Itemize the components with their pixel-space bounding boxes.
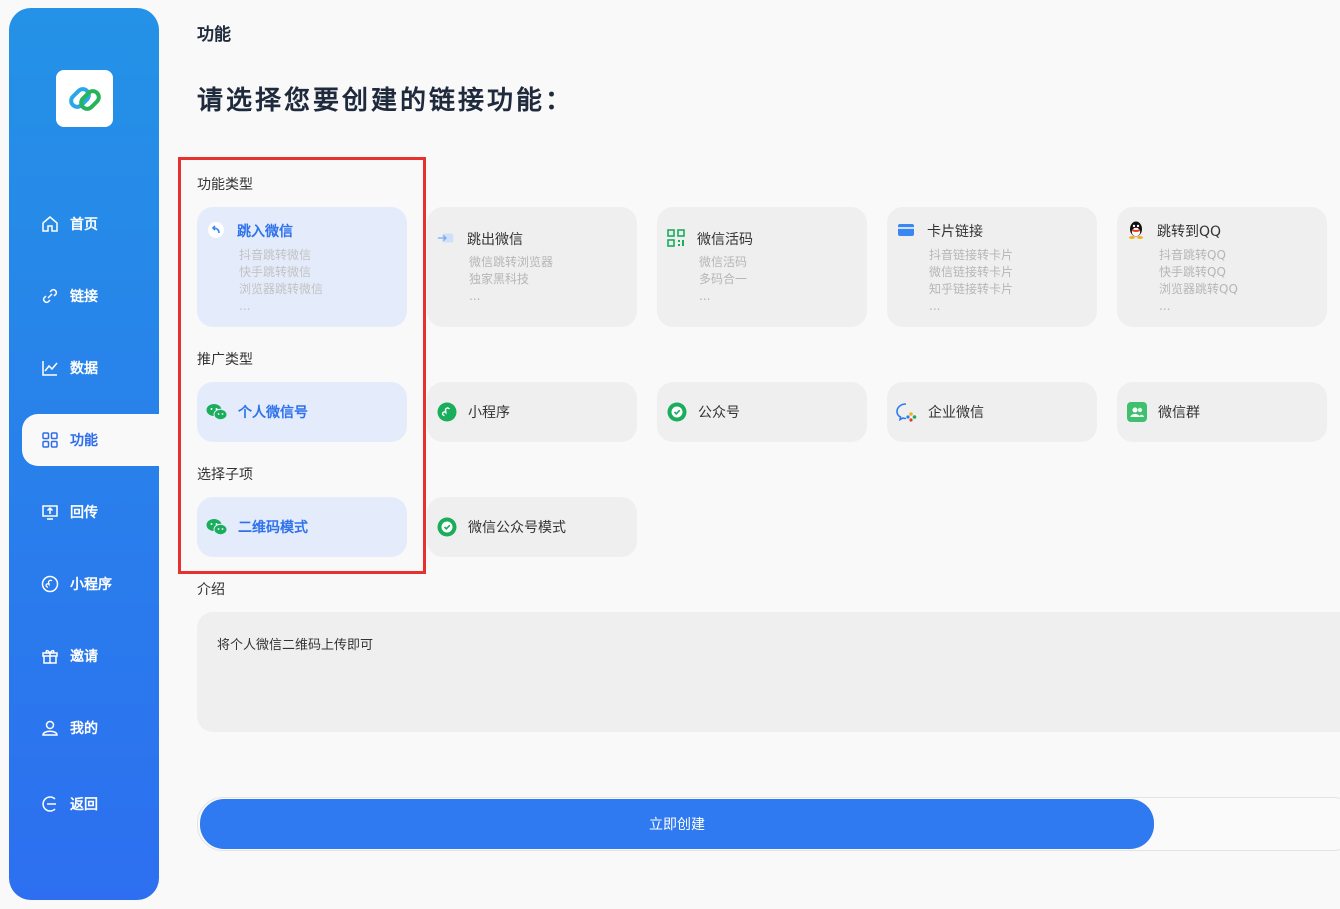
card-sub-line: 微信活码 <box>699 255 748 269</box>
sidebar-item-mine[interactable]: 我的 <box>30 702 180 754</box>
card-sub-line: 抖音链接转卡片 <box>929 248 1014 262</box>
card-title: 跳出微信 <box>467 232 523 248</box>
mini-program-icon <box>436 401 458 423</box>
function-card-wechat-live-code[interactable]: 微信活码 微信活码 多码合一 ... <box>657 207 867 327</box>
promo-label: 小程序 <box>468 405 510 421</box>
upload-icon <box>40 502 60 522</box>
promo-personal-wechat[interactable]: 个人微信号 <box>197 382 407 442</box>
function-card-jump-in-wechat[interactable]: 跳入微信 抖音跳转微信 快手跳转微信 浏览器跳转微信 ... <box>197 207 407 327</box>
card-sub-line: 知乎链接转卡片 <box>929 282 1014 296</box>
card-subtitles: 微信跳转浏览器 独家黑科技 ... <box>469 254 553 305</box>
link-logo-icon <box>68 86 101 111</box>
promo-label: 企业微信 <box>928 405 984 421</box>
card-sub-line: ... <box>469 289 481 303</box>
sidebar-item-invite[interactable]: 邀请 <box>30 630 180 682</box>
card-sub-line: 浏览器跳转微信 <box>239 282 324 296</box>
sidebar-item-label: 链接 <box>70 289 98 305</box>
official-account-icon <box>436 516 458 538</box>
card-sub-line: 抖音跳转QQ <box>1159 248 1226 262</box>
sub-item-label: 微信公众号模式 <box>468 520 566 536</box>
page-title: 功能 <box>197 25 231 45</box>
function-card-jump-out-wechat[interactable]: 跳出微信 微信跳转浏览器 独家黑科技 ... <box>427 207 637 327</box>
function-card-jump-to-qq[interactable]: 跳转到QQ 抖音跳转QQ 快手跳转QQ 浏览器跳转QQ ... <box>1117 207 1327 327</box>
mini-program-icon <box>40 574 60 594</box>
grid-icon <box>40 430 60 450</box>
app-logo[interactable] <box>56 70 113 127</box>
card-sub-line: 快手跳转QQ <box>1159 265 1226 279</box>
promo-label: 微信群 <box>1158 405 1200 421</box>
qq-icon <box>1127 221 1145 239</box>
section-label-promo-type: 推广类型 <box>197 352 253 368</box>
card-sub-line: 独家黑科技 <box>469 272 530 286</box>
sidebar-item-label: 功能 <box>70 433 98 449</box>
sidebar-item-function[interactable]: 功能 <box>22 414 159 466</box>
user-icon <box>40 718 60 738</box>
section-label-sub-item: 选择子项 <box>197 467 253 483</box>
sidebar-item-label: 小程序 <box>70 577 112 593</box>
sidebar-item-label: 回传 <box>70 505 98 521</box>
card-sub-line: ... <box>239 299 251 313</box>
sidebar-item-link[interactable]: 链接 <box>30 270 180 322</box>
card-subtitles: 抖音跳转QQ 快手跳转QQ 浏览器跳转QQ ... <box>1159 247 1238 315</box>
promo-label: 个人微信号 <box>238 405 308 421</box>
promo-label: 公众号 <box>698 405 740 421</box>
sidebar-item-label: 邀请 <box>70 649 98 665</box>
promo-wecom[interactable]: 企业微信 <box>887 382 1097 442</box>
sub-item-official-account-mode[interactable]: 微信公众号模式 <box>427 497 637 557</box>
home-icon <box>40 214 60 234</box>
sidebar-item-mini-program[interactable]: 小程序 <box>30 558 180 610</box>
section-label-function-type: 功能类型 <box>197 177 253 193</box>
external-link-icon <box>437 229 455 247</box>
sidebar-item-label: 返回 <box>70 797 98 813</box>
promo-mini-program[interactable]: 小程序 <box>427 382 637 442</box>
card-sub-line: 微信跳转浏览器 <box>469 255 554 269</box>
card-title: 跳入微信 <box>237 224 293 240</box>
card-sub-line: ... <box>929 299 941 313</box>
wecom-icon <box>896 401 918 423</box>
card-sub-line: 浏览器跳转QQ <box>1159 282 1238 296</box>
sidebar-item-back[interactable]: 返回 <box>30 778 180 830</box>
promo-official-account[interactable]: 公众号 <box>657 382 867 442</box>
sidebar-item-postback[interactable]: 回传 <box>30 486 180 538</box>
wechat-icon <box>206 401 228 423</box>
create-now-button[interactable]: 立即创建 <box>200 799 1154 849</box>
card-sub-line: ... <box>1159 299 1171 313</box>
link-icon <box>40 286 60 306</box>
card-title: 微信活码 <box>697 232 753 248</box>
wechat-icon <box>206 516 228 538</box>
sidebar-item-label: 我的 <box>70 721 98 737</box>
function-card-card-link[interactable]: 卡片链接 抖音链接转卡片 微信链接转卡片 知乎链接转卡片 ... <box>887 207 1097 327</box>
sidebar-item-label: 首页 <box>70 217 98 233</box>
page-headline: 请选择您要创建的链接功能： <box>197 86 575 116</box>
sub-item-qrcode-mode[interactable]: 二维码模式 <box>197 497 407 557</box>
card-subtitles: 抖音链接转卡片 微信链接转卡片 知乎链接转卡片 ... <box>929 247 1013 315</box>
card-sub-line: 多码合一 <box>699 272 748 286</box>
sidebar-item-home[interactable]: 首页 <box>30 198 180 250</box>
reply-icon <box>207 221 225 239</box>
gift-icon <box>40 646 60 666</box>
official-account-icon <box>666 401 688 423</box>
group-icon <box>1126 401 1148 423</box>
card-sub-line: 微信链接转卡片 <box>929 265 1014 279</box>
card-sub-line: 快手跳转微信 <box>239 265 312 279</box>
card-sub-line: 抖音跳转微信 <box>239 248 312 262</box>
intro-box: 将个人微信二维码上传即可 <box>197 612 1340 732</box>
card-subtitles: 微信活码 多码合一 ... <box>699 254 747 305</box>
card-icon <box>897 221 915 239</box>
promo-wechat-group[interactable]: 微信群 <box>1117 382 1327 442</box>
card-title: 跳转到QQ <box>1157 224 1222 240</box>
sidebar-item-data[interactable]: 数据 <box>30 342 180 394</box>
chart-icon <box>40 358 60 378</box>
card-sub-line: ... <box>699 289 711 303</box>
section-label-intro: 介绍 <box>197 582 225 598</box>
card-subtitles: 抖音跳转微信 快手跳转微信 浏览器跳转微信 ... <box>239 247 323 315</box>
back-icon <box>40 794 60 814</box>
intro-text: 将个人微信二维码上传即可 <box>217 638 374 653</box>
submit-bar: 立即创建 <box>197 797 1340 851</box>
card-title: 卡片链接 <box>927 224 983 240</box>
sidebar-item-label: 数据 <box>70 361 98 377</box>
qrcode-icon <box>667 229 685 247</box>
sub-item-label: 二维码模式 <box>238 520 308 536</box>
